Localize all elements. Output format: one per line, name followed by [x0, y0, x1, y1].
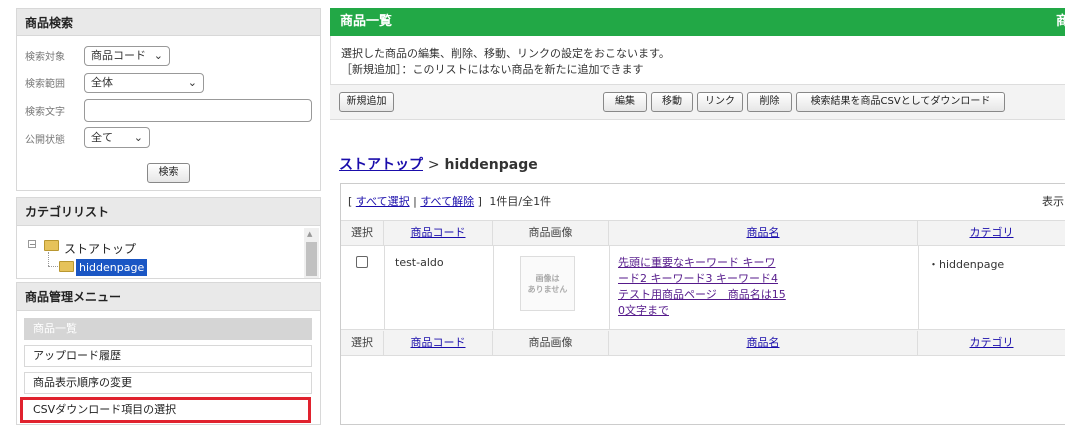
description-line-1: 選択した商品の編集、削除、移動、リンクの設定をおこないます。: [341, 47, 670, 60]
product-name-line-4[interactable]: 0文字まで: [618, 303, 913, 319]
category-scrollbar[interactable]: ▲: [304, 228, 319, 278]
search-text-label: 検索文字: [25, 107, 65, 118]
list-selection-bar: [ すべて選択 | すべて解除 ] 1件目/全1件: [348, 193, 551, 209]
column-divider: [609, 246, 610, 330]
delete-button[interactable]: 削除: [747, 92, 792, 112]
breadcrumb-separator: >: [427, 157, 440, 173]
description-line-2: ［新規追加］：このリストにはない商品を新たに追加できます: [341, 63, 644, 76]
menu-item-upload-history[interactable]: アップロード履歴: [24, 345, 312, 367]
footer-select: 選択: [341, 331, 384, 355]
chevron-down-icon: ⌄: [133, 130, 143, 144]
link-button[interactable]: リンク: [697, 92, 743, 112]
header-select: 選択: [341, 221, 384, 245]
bar-separator: |: [413, 195, 417, 208]
tree-node-root[interactable]: ストアトップ: [64, 240, 136, 257]
sort-code-link[interactable]: 商品コード: [411, 226, 466, 239]
row-product-name-link[interactable]: 先頭に重要なキーワード キーワ ード2 キーワード3 キーワード4 テスト用商品…: [618, 255, 913, 319]
bracket-open: [: [348, 195, 353, 208]
folder-icon: [44, 240, 59, 251]
search-text-input[interactable]: [84, 99, 312, 122]
edit-button[interactable]: 編集: [603, 92, 647, 112]
footer-name[interactable]: 商品名: [609, 331, 918, 355]
visibility-label: 公開状態: [25, 135, 65, 146]
search-range-value: 全体: [91, 76, 113, 89]
product-name-line-3[interactable]: テスト用商品ページ 商品名は15: [618, 287, 913, 303]
tree-line: [48, 266, 58, 267]
breadcrumb-root-link[interactable]: ストアトップ: [339, 157, 423, 173]
sort-name-link[interactable]: 商品名: [747, 226, 780, 239]
header-category[interactable]: カテゴリ: [918, 221, 1065, 245]
chevron-down-icon: ⌄: [153, 49, 163, 62]
search-range-label: 検索範囲: [25, 79, 65, 90]
header-code[interactable]: 商品コード: [384, 221, 493, 245]
column-divider: [384, 246, 385, 330]
column-divider: [493, 246, 494, 330]
header-right-text: 商: [1055, 14, 1065, 29]
page-title: 商品一覧: [340, 14, 393, 29]
csv-download-button[interactable]: 検索結果を商品CSVとしてダウンロード: [796, 92, 1005, 112]
visibility-value: 全て: [91, 130, 113, 144]
breadcrumb-current: hiddenpage: [444, 157, 538, 173]
visibility-select[interactable]: 全て ⌄: [84, 127, 150, 148]
no-image-text-2: ありません: [527, 285, 568, 294]
main-header: 商品一覧 商: [330, 8, 1065, 36]
deselect-all-link[interactable]: すべて解除: [420, 195, 474, 208]
menu-item-product-list[interactable]: 商品一覧: [24, 318, 312, 340]
category-panel-title: カテゴリリスト: [16, 197, 321, 226]
sort-category-link[interactable]: カテゴリ: [970, 336, 1014, 349]
description-area: 選択した商品の編集、削除、移動、リンクの設定をおこないます。 ［新規追加］：この…: [330, 36, 1065, 84]
row-checkbox[interactable]: [356, 256, 368, 268]
collapse-icon[interactable]: −: [28, 240, 36, 249]
menu-panel-title: 商品管理メニュー: [16, 282, 321, 311]
column-divider: [918, 246, 919, 330]
search-target-label: 検索対象: [25, 52, 65, 63]
breadcrumb: ストアトップ > hiddenpage: [339, 154, 538, 174]
footer-image: 商品画像: [493, 331, 609, 355]
new-product-button[interactable]: 新規追加: [339, 92, 394, 112]
result-count: 1件目/全1件: [489, 195, 552, 208]
no-image-text-1: 画像は: [535, 274, 560, 283]
no-image-placeholder: 画像は ありません: [520, 256, 575, 311]
select-all-link[interactable]: すべて選択: [356, 195, 410, 208]
sort-category-link[interactable]: カテゴリ: [970, 226, 1014, 239]
row-category: ・hiddenpage: [928, 258, 1005, 271]
chevron-down-icon: ⌄: [187, 76, 197, 89]
scrollbar-thumb[interactable]: [306, 242, 317, 276]
search-range-select[interactable]: 全体 ⌄: [84, 73, 204, 93]
search-panel-title: 商品検索: [16, 8, 321, 36]
header-image: 商品画像: [493, 221, 609, 245]
move-button[interactable]: 移動: [651, 92, 693, 112]
tree-node-selected[interactable]: hiddenpage: [76, 259, 148, 276]
sort-code-link[interactable]: 商品コード: [411, 336, 466, 349]
folder-icon: [59, 261, 74, 272]
menu-item-csv-download-fields[interactable]: CSVダウンロード項目の選択: [20, 397, 311, 423]
header-name[interactable]: 商品名: [609, 221, 918, 245]
product-name-line-2[interactable]: ード2 キーワード3 キーワード4: [618, 271, 913, 287]
row-product-code: test-aldo: [395, 256, 444, 269]
footer-category[interactable]: カテゴリ: [918, 331, 1065, 355]
scroll-up-icon[interactable]: ▲: [307, 230, 312, 238]
tree-line: [48, 252, 49, 266]
menu-item-display-order[interactable]: 商品表示順序の変更: [24, 372, 312, 394]
search-target-value: 商品コード: [91, 49, 146, 62]
footer-code[interactable]: 商品コード: [384, 331, 493, 355]
search-target-select[interactable]: 商品コード ⌄: [84, 46, 170, 66]
bracket-close: ]: [477, 195, 482, 208]
display-label: 表示: [1042, 195, 1064, 208]
search-button[interactable]: 検索: [147, 163, 190, 183]
sort-name-link[interactable]: 商品名: [747, 336, 780, 349]
product-name-line-1[interactable]: 先頭に重要なキーワード キーワ: [618, 255, 913, 271]
